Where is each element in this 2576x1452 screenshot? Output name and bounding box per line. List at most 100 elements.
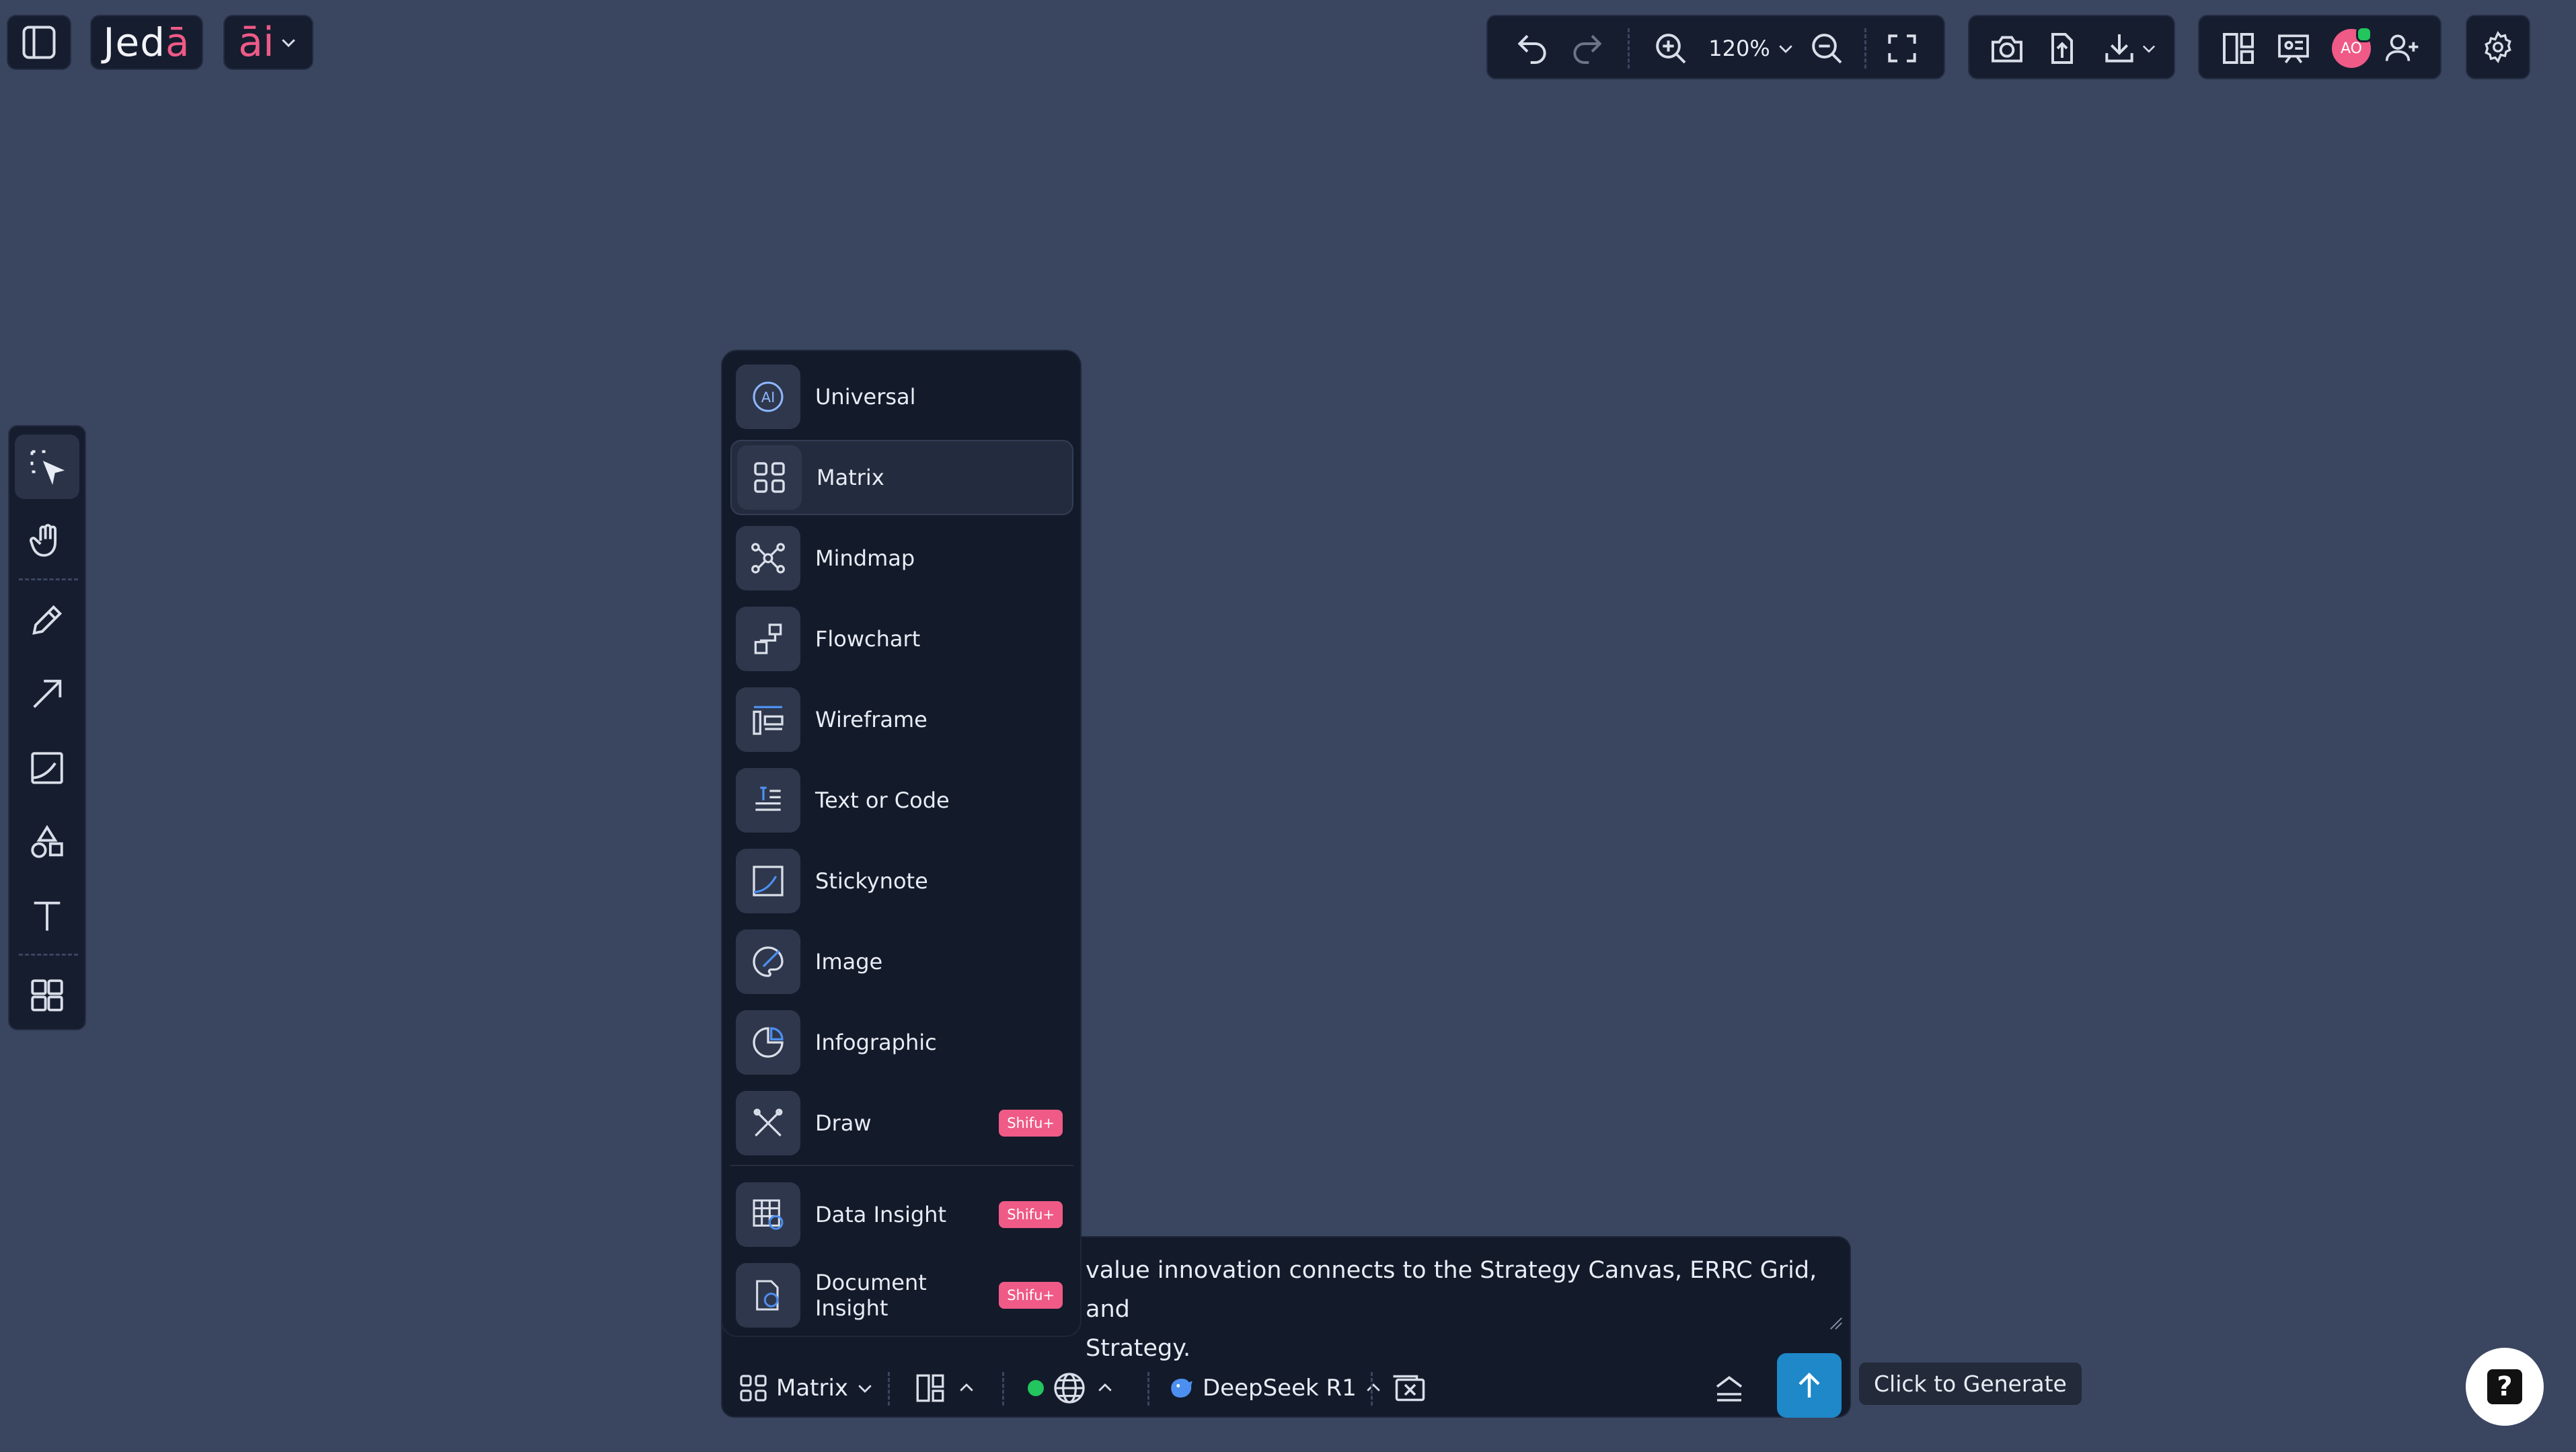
ai-icon: AI [736,365,800,429]
wireframe-icon [736,687,800,752]
layout-panel-button[interactable] [2214,24,2263,73]
svg-text:AI: AI [761,389,775,406]
sticky-tool-button[interactable] [15,736,79,800]
presentation-button[interactable] [2269,24,2318,73]
zoom-out-button[interactable] [1803,24,1851,73]
sidebar-panel-icon [19,22,59,63]
text-icon [34,901,61,931]
layout-dropdown-button[interactable] [913,1364,977,1412]
mindmap-icon [736,526,800,590]
text-tool-button[interactable] [15,884,79,948]
layout-panel-icon [916,1374,944,1402]
type-dropdown-menu: AI Universal Matrix Mindmap Flowchart Wi… [721,350,1082,1337]
jeda-logo[interactable]: Jed ā [90,15,203,70]
pen-tool-button[interactable] [15,588,79,652]
chevron-up-icon [960,1383,973,1391]
logo-accent: ā [165,20,190,65]
templates-tool-button[interactable] [15,963,79,1028]
menu-item-data-insight[interactable]: Data Insight Shifu+ [730,1177,1073,1252]
shifu-badge: Shifu+ [999,1110,1063,1137]
generate-tooltip: Click to Generate [1859,1363,2082,1405]
generate-button[interactable] [1777,1353,1842,1418]
pencil-icon [32,605,63,635]
chevron-down-icon [2142,45,2156,53]
menu-item-draw[interactable]: Draw Shifu+ [730,1085,1073,1161]
zoom-in-icon [1656,34,1686,64]
upload-file-icon [2051,33,2073,64]
chevron-down-icon [858,1385,872,1393]
status-dot [1028,1380,1044,1396]
arrow-tool-button[interactable] [15,662,79,726]
gear-icon [2485,30,2511,64]
undo-icon [1517,34,1546,64]
model-dropdown-button[interactable]: DeepSeek R1 [1168,1364,1384,1412]
menu-item-image[interactable]: Image [730,924,1073,999]
type-dropdown-button[interactable]: Matrix [737,1364,875,1412]
zoom-in-button[interactable] [1646,24,1695,73]
arrow-up-icon [1798,1372,1820,1398]
upload-button[interactable] [2038,24,2086,73]
ai-menu-button[interactable]: āi [223,15,313,70]
undo-button[interactable] [1508,24,1556,73]
menu-item-stickynote[interactable]: Stickynote [730,843,1073,919]
shapes-tool-button[interactable] [15,810,79,874]
text-code-icon [736,768,800,833]
avatar-initials: AO [2341,40,2362,57]
menu-item-document-insight[interactable]: Document Insight Shifu+ [730,1258,1073,1333]
history-zoom-toolbar: 120% [1486,15,1945,79]
screenshot-button[interactable] [1983,24,2031,73]
model-label: DeepSeek R1 [1203,1375,1357,1402]
help-button[interactable]: ? [2466,1348,2544,1426]
arrow-icon [33,679,62,708]
ai-label: āi [238,19,274,66]
fit-screen-button[interactable] [1878,24,1926,73]
deepseek-whale-icon [1171,1379,1192,1398]
shifu-badge: Shifu+ [999,1201,1063,1228]
menu-item-mindmap[interactable]: Mindmap [730,521,1073,596]
add-user-icon [2385,34,2419,61]
chevron-down-icon [278,32,299,52]
chevron-down-icon [1779,45,1792,53]
menu-item-wireframe[interactable]: Wireframe [730,682,1073,757]
stickynote-icon [31,752,63,784]
menu-item-matrix[interactable]: Matrix [730,440,1073,515]
web-search-toggle[interactable] [1028,1364,1115,1412]
draw-icon [736,1091,800,1155]
prompt-textarea[interactable]: value innovation connects to the Strateg… [1086,1251,1839,1368]
export-toolbar [1968,15,2175,79]
data-insight-icon [736,1182,800,1247]
shapes-icon [31,825,63,858]
select-cursor-icon [30,450,65,485]
zoom-level-dropdown[interactable]: 120% [1702,24,1803,73]
download-dropdown[interactable] [2093,24,2166,73]
stickynote-icon [736,849,800,913]
menu-item-text-or-code[interactable]: Text or Code [730,763,1073,838]
menu-item-infographic[interactable]: Infographic [730,1005,1073,1080]
tool-sidebar [8,425,86,1030]
redo-button[interactable] [1563,24,1612,73]
prompt-line: value innovation connects to the Strateg… [1086,1257,1817,1323]
hand-icon [29,524,57,557]
clear-chat-button[interactable] [1388,1364,1429,1412]
menu-item-universal[interactable]: AI Universal [730,359,1073,434]
settings-button[interactable] [2466,15,2530,79]
resize-handle-icon[interactable] [1828,1315,1843,1330]
prompt-line: Strategy. [1086,1335,1191,1362]
sidebar-toggle-button[interactable] [7,15,71,70]
chat-clear-icon [1393,1375,1425,1402]
redo-icon [1573,34,1602,64]
online-status-dot [2356,26,2372,42]
zoom-level: 120% [1708,36,1770,61]
select-tool-button[interactable] [15,434,79,499]
download-icon [2105,34,2133,63]
grid-icon [31,979,63,1011]
matrix-icon [737,445,802,510]
logo-text: Jed [103,20,166,65]
presentation-icon [2278,34,2309,64]
user-avatar[interactable]: AO [2328,26,2374,71]
invite-user-button[interactable] [2378,24,2427,73]
menu-item-flowchart[interactable]: Flowchart [730,601,1073,677]
layout-panel-icon [2223,33,2254,64]
hand-tool-button[interactable] [15,508,79,573]
expand-prompt-button[interactable] [1711,1364,1747,1412]
